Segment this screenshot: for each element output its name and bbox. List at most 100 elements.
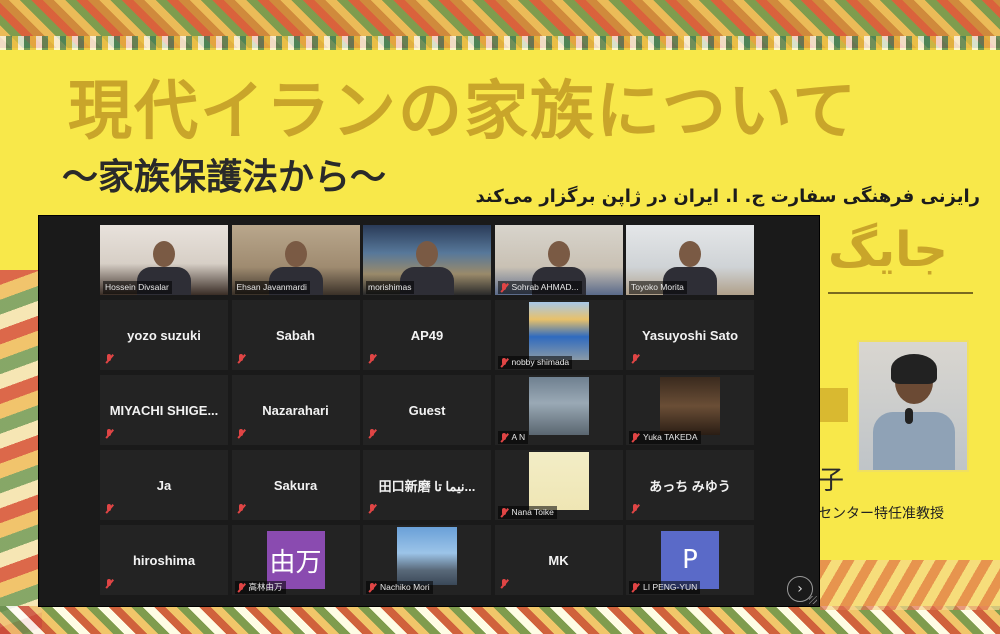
mute-indicator <box>500 573 512 592</box>
participant-name-text: morishimas <box>368 282 412 292</box>
muted-mic-icon <box>631 504 640 513</box>
participant-name-text: Sohrab AHMAD... <box>511 282 579 292</box>
muted-mic-icon <box>237 504 246 513</box>
muted-mic-icon <box>368 504 377 513</box>
participant-name-text: Toyoko Morita <box>631 282 684 292</box>
participant-profile-photo <box>528 302 589 360</box>
participant-name-label: Sohrab AHMAD... <box>497 281 582 294</box>
participant-tile-yasuyoshi[interactable]: Yasuyoshi Sato <box>626 300 754 370</box>
participant-tile-hossein[interactable]: Hossein Divsalar <box>100 225 228 295</box>
participant-name-label: Nana Toike <box>497 506 557 519</box>
decorative-band-top <box>0 36 1000 50</box>
participant-tile-mk[interactable]: MK <box>494 525 623 595</box>
participant-name-label: nobby shimada <box>497 356 573 369</box>
muted-mic-icon <box>500 358 509 367</box>
chevron-right-icon: › <box>797 581 803 597</box>
participant-profile-photo <box>660 377 720 435</box>
participant-tile-nobby[interactable]: nobby shimada <box>494 300 623 370</box>
muted-mic-icon <box>500 579 509 588</box>
participant-display-name: MIYACHI SHIGE... <box>109 402 219 418</box>
participant-name-text: Ehsan Javanmardi <box>236 282 307 292</box>
poster-speaker-role: センター特任准教授 <box>818 506 944 522</box>
muted-mic-icon <box>368 429 377 438</box>
muted-mic-icon <box>368 354 377 363</box>
muted-mic-icon <box>105 504 114 513</box>
window-resize-handle[interactable] <box>809 596 817 604</box>
muted-mic-icon <box>105 579 114 588</box>
participant-tile-toyoko[interactable]: Toyoko Morita <box>626 225 754 295</box>
participant-display-name: AP49 <box>410 327 444 343</box>
muted-mic-icon <box>237 354 246 363</box>
participant-name-label: 高林由万 <box>234 581 286 594</box>
participant-tile-sohrab[interactable]: Sohrab AHMAD... <box>494 225 623 295</box>
participant-name-text: Yuka TAKEDA <box>643 432 698 442</box>
muted-mic-icon <box>105 429 114 438</box>
participant-name-text: Hossein Divsalar <box>105 282 169 292</box>
poster-subtitle: ～家族保護法から～ <box>62 157 387 198</box>
participant-tile-ja[interactable]: Ja <box>100 450 228 520</box>
mute-indicator <box>237 498 249 517</box>
participant-tile-miyachi[interactable]: MIYACHI SHIGE... <box>100 375 228 445</box>
mute-indicator <box>631 348 643 367</box>
participant-name-label: LI PENG-YUN <box>629 581 701 594</box>
muted-mic-icon <box>500 283 509 292</box>
participant-tile-nazarahari[interactable]: Nazarahari <box>231 375 360 445</box>
participant-name-text: A N <box>511 432 526 442</box>
participant-name-text: 高林由万 <box>248 582 283 592</box>
participant-display-name: Yasuyoshi Sato <box>641 327 739 343</box>
participant-tile-guest[interactable]: Guest <box>363 375 491 445</box>
muted-mic-icon <box>500 508 509 517</box>
participant-tile-ap49[interactable]: AP49 <box>363 300 491 370</box>
participant-tile-sakura[interactable]: Sakura <box>231 450 360 520</box>
muted-mic-icon <box>237 583 246 592</box>
participant-tile-an[interactable]: A N <box>494 375 623 445</box>
muted-mic-icon <box>631 433 640 442</box>
muted-mic-icon <box>237 429 246 438</box>
participant-tile-yozo[interactable]: yozo suzuki <box>100 300 228 370</box>
participant-display-name: あっち みゆう <box>649 478 731 494</box>
participant-name-label: Toyoko Morita <box>629 281 687 294</box>
mute-indicator <box>368 423 380 442</box>
participant-display-name: Nazarahari <box>262 402 329 418</box>
decorative-pattern-left <box>0 270 42 634</box>
participant-name-label: Hossein Divsalar <box>103 281 172 294</box>
mute-indicator <box>237 348 249 367</box>
participant-display-name: hiroshima <box>132 552 196 568</box>
muted-mic-icon <box>105 354 114 363</box>
participant-name-label: Nachiko Mori <box>366 581 433 594</box>
participant-name-label: morishimas <box>366 281 415 294</box>
participant-tile-nachiko[interactable]: Nachiko Mori <box>363 525 491 595</box>
participant-display-name: Guest <box>408 402 446 418</box>
participant-name-text: LI PENG-YUN <box>643 582 698 592</box>
participant-name-text: nobby shimada <box>511 357 570 367</box>
participant-display-name: Sabah <box>275 327 315 343</box>
participant-display-name: Ja <box>156 477 172 493</box>
participant-tile-nana[interactable]: Nana Toike <box>494 450 623 520</box>
participant-tile-takabayashi[interactable]: 由万 高林由万 <box>231 525 360 595</box>
participant-display-name: MK <box>548 552 569 568</box>
participant-profile-photo <box>528 452 589 510</box>
participant-name-text: Nana Toike <box>511 507 554 517</box>
participant-tile-morishima[interactable]: morishimas <box>363 225 491 295</box>
muted-mic-icon <box>500 433 509 442</box>
poster-gold-block <box>818 388 848 422</box>
participant-tile-yuka[interactable]: Yuka TAKEDA <box>626 375 754 445</box>
participant-tile-atsuchi[interactable]: あっち みゆう <box>626 450 754 520</box>
participant-display-name: 田口新磨 نیما تا... <box>378 478 476 494</box>
mute-indicator <box>105 498 117 517</box>
muted-mic-icon <box>368 583 377 592</box>
poster-title: 現代イランの家族について <box>68 75 859 149</box>
participant-tile-sabah[interactable]: Sabah <box>231 300 360 370</box>
participant-tile-hiroshima[interactable]: hiroshima <box>100 525 228 595</box>
mute-indicator <box>105 348 117 367</box>
participant-display-name: yozo suzuki <box>127 327 201 343</box>
participant-tile-ehsan[interactable]: Ehsan Javanmardi <box>231 225 360 295</box>
muted-mic-icon <box>631 354 640 363</box>
participant-tile-taguchi[interactable]: 田口新磨 نیما تا... <box>363 450 491 520</box>
mute-indicator <box>368 498 380 517</box>
participant-name-text: Nachiko Mori <box>380 582 430 592</box>
muted-mic-icon <box>631 583 640 592</box>
mute-indicator <box>368 348 380 367</box>
participant-tile-li[interactable]: P LI PENG-YUN <box>626 525 754 595</box>
participant-profile-photo <box>528 377 589 435</box>
